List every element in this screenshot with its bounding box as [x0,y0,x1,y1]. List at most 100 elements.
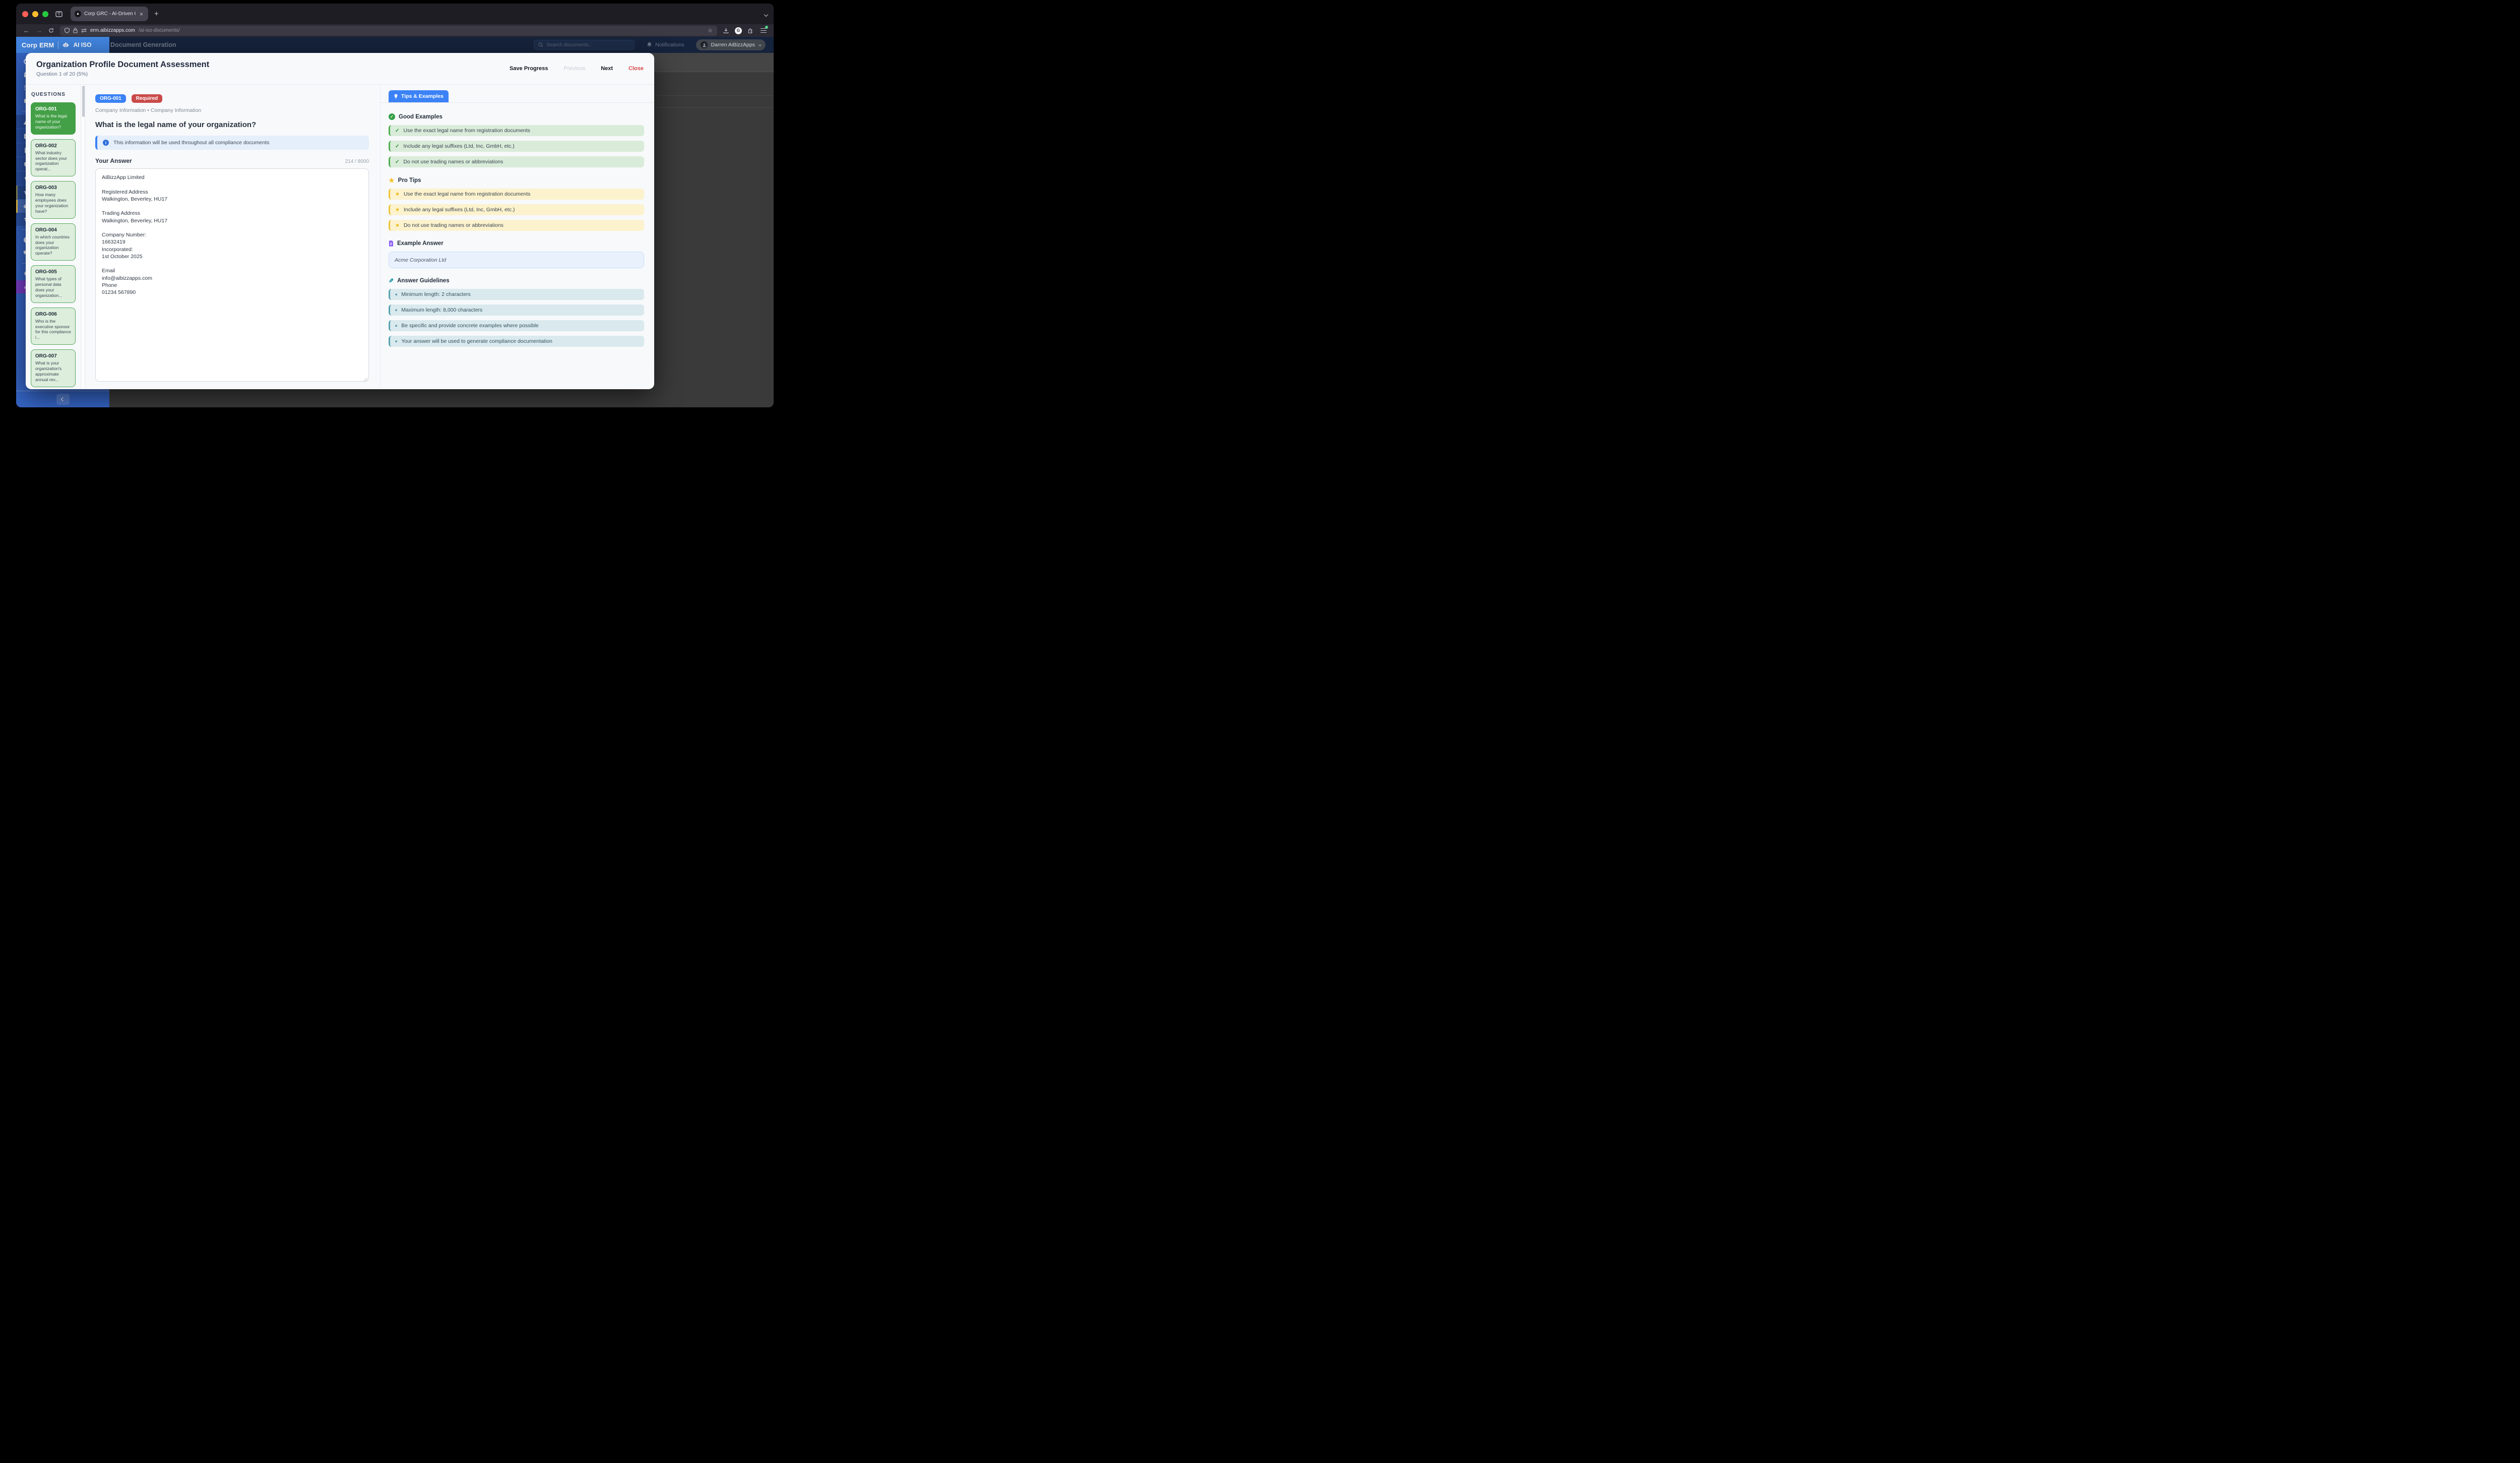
modal-header: Organization Profile Document Assessment… [26,53,654,85]
good-example-row: ✓ Include any legal suffixes (Ltd, Inc, … [389,141,644,152]
example-answer-text: Acme Corporation Ltd [395,257,447,263]
pro-tip-row: ★ Include any legal suffixes (Ltd, Inc, … [389,204,644,215]
pro-tip-row: ★ Do not use trading names or abbreviati… [389,220,644,231]
answer-label: Your Answer [95,157,132,164]
sidebar-toggle-icon[interactable] [55,11,62,18]
pro-tips-list: ★ Use the exact legal name from registra… [389,189,644,231]
question-card[interactable]: ORG-007 What is your organization's appr… [31,349,76,387]
tab-title: Corp GRC - AI-Driven GRC Platf [84,11,136,17]
question-card[interactable]: ORG-001 What is the legal name of your o… [31,102,76,135]
question-card-id: ORG-003 [35,185,57,191]
window-controls [22,11,48,17]
list-all-tabs-icon[interactable] [764,10,769,19]
previous-button[interactable]: Previous [563,66,585,72]
breadcrumb: Company Information • Company Informatio… [95,107,202,113]
guideline-row: • Your answer will be used to generate c… [389,336,644,347]
downloads-icon[interactable] [723,28,729,33]
question-card-id: ORG-002 [35,143,57,149]
chevron-down-icon [759,43,762,46]
star-icon: ★ [389,176,395,184]
lock-icon[interactable] [73,28,78,33]
star-icon: ★ [395,207,400,213]
bell-icon [647,42,652,48]
notifications-button[interactable]: Notifications [647,42,684,48]
page-title: Document Generation [110,41,176,48]
extensions-puzzle-icon[interactable] [748,28,753,33]
pro-tip-row: ★ Use the exact legal name from registra… [389,189,644,200]
notifications-label: Notifications [655,42,684,48]
tab-close-icon[interactable]: × [139,11,144,18]
quill-icon: ✎ [389,277,394,284]
app-header: Corp ERM AI ISO Document Generation Sear… [16,37,774,53]
browser-toolbar: ← → erm.aibizzapps.com/ai-iso-documents/… [16,24,774,37]
app-header-main: Document Generation Search documents... … [109,37,774,53]
search-input[interactable]: Search documents... [534,40,635,50]
example-answer-box: Acme Corporation Ltd [389,252,644,268]
char-counter: 214 / 8000 [345,159,369,164]
check-icon: ✓ [395,128,400,134]
question-title: What is the legal name of your organizat… [95,120,257,129]
check-icon: ✓ [395,159,400,165]
reload-icon[interactable] [48,28,54,33]
next-button[interactable]: Next [601,66,613,72]
question-card-text: In which countries does your organizatio… [35,234,70,256]
browser-tabstrip: ▲ Corp GRC - AI-Driven GRC Platf × + [16,4,774,24]
shield-icon[interactable] [65,28,70,33]
tips-examples-tab[interactable]: Tips & Examples [389,90,449,102]
info-icon: i [103,140,109,146]
question-card[interactable]: ORG-005 What types of personal data does… [31,265,76,303]
bookmark-star-icon[interactable]: ☆ [708,27,713,34]
guideline-row: • Maximum length: 8,000 characters [389,304,644,316]
modal-progress-subtitle: Question 1 of 20 (5%) [36,71,88,77]
minimize-window-button[interactable] [32,11,38,17]
menu-icon[interactable] [761,26,768,33]
browser-tab[interactable]: ▲ Corp GRC - AI-Driven GRC Platf × [71,7,148,21]
module-label: AI ISO [73,41,92,48]
question-card-text: What industry sector does your organizat… [35,150,67,172]
questions-list: ORG-001 What is the legal name of your o… [31,102,76,389]
tab-label: Tips & Examples [401,93,444,99]
question-card[interactable]: ORG-003 How many employees does your org… [31,181,76,219]
url-domain: erm.aibizzapps.com [90,28,135,33]
star-icon: ★ [395,222,400,228]
required-badge: Required [131,94,163,103]
good-example-row: ✓ Do not use trading names or abbreviati… [389,156,644,167]
close-window-button[interactable] [22,11,28,17]
question-id-badge: ORG-001 [95,94,126,103]
question-card-id: ORG-007 [35,353,57,359]
question-card[interactable]: ORG-002 What industry sector does your o… [31,139,76,177]
bullet-icon: • [395,291,398,298]
collapse-sidebar-button[interactable] [56,394,70,405]
answer-textarea[interactable]: AiBizzApp Limited Registered Address Wal… [95,168,369,382]
maximize-window-button[interactable] [42,11,48,17]
questions-panel: QUESTIONS ORG-001 What is the legal name… [26,85,81,389]
permissions-icon[interactable] [81,28,87,33]
chevron-left-icon [60,397,65,402]
user-menu[interactable]: Darren AiBizzApps [696,39,766,50]
robot-icon [62,42,69,48]
bullet-icon: • [395,322,398,329]
question-card-text: Who is the executive sponsor for this co… [35,318,71,340]
question-card[interactable]: ORG-006 Who is the executive sponsor for… [31,307,76,345]
info-text: This information will be used throughout… [113,140,270,146]
new-tab-button[interactable]: + [154,10,159,18]
save-progress-button[interactable]: Save Progress [510,66,548,72]
tab-divider [381,102,654,103]
document-icon [389,240,394,247]
browser-window: ▲ Corp GRC - AI-Driven GRC Platf × + ← →… [16,4,774,407]
check-circle-icon: ✓ [389,113,395,120]
url-bar[interactable]: erm.aibizzapps.com/ai-iso-documents/ ☆ [60,25,717,36]
question-card-text: What types of personal data does your or… [35,276,62,298]
back-button[interactable]: ← [23,27,30,34]
tips-panel: Tips & Examples ✓ Good Examples ✓ Use th… [380,85,654,389]
lightbulb-icon [394,94,398,99]
questions-scrollbar[interactable] [81,85,85,389]
answer-guidelines-heading: ✎ Answer Guidelines [389,277,450,284]
close-button[interactable]: Close [628,66,644,72]
forward-button[interactable]: → [36,27,42,34]
question-card[interactable]: ORG-004 In which countries does your org… [31,223,76,261]
extension-g-icon[interactable]: G [735,27,742,34]
questions-heading: QUESTIONS [31,92,66,97]
brand-logo[interactable]: Corp ERM [22,41,54,49]
scrollbar-thumb[interactable] [82,86,85,117]
